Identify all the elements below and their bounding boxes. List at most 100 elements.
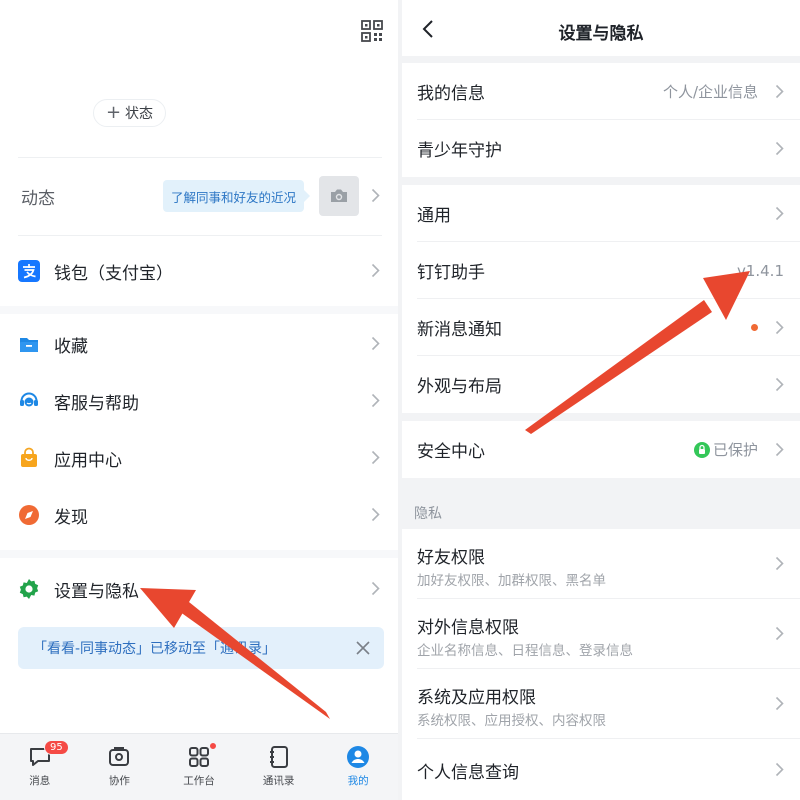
settings-item-friend-permissions[interactable]: 好友权限 加好友权限、加群权限、黑名单 xyxy=(402,529,800,599)
tab-messages[interactable]: 95 消息 xyxy=(0,734,80,800)
menu-item-app-center[interactable]: 应用中心 xyxy=(0,430,398,486)
customer-service-icon xyxy=(18,390,40,412)
qr-code-icon[interactable] xyxy=(361,20,383,42)
settings-group-security: 安全中心 已保护 xyxy=(402,421,800,478)
tab-workbench[interactable]: 工作台 xyxy=(159,734,239,800)
settings-item-value: 个人/企业信息 xyxy=(662,83,758,101)
settings-item-label: 外观与布局 xyxy=(417,377,502,397)
settings-item-assistant[interactable]: 钉钉助手 v1.4.1 xyxy=(402,242,800,299)
tab-label: 消息 xyxy=(29,775,51,787)
menu-item-favorites[interactable]: 收藏 xyxy=(0,316,398,372)
favorites-folder-icon xyxy=(18,333,40,355)
discover-compass-icon xyxy=(18,504,40,526)
tab-label: 工作台 xyxy=(183,775,215,787)
chevron-right-icon xyxy=(371,450,380,465)
settings-item-label: 好友权限 xyxy=(417,548,485,568)
settings-item-system-app-permissions[interactable]: 系统及应用权限 系统权限、应用授权、内容权限 xyxy=(402,669,800,739)
settings-item-label: 我的信息 xyxy=(417,84,485,104)
menu-item-label: 设置与隐私 xyxy=(54,581,139,602)
moved-notice-banner: 「看看-同事动态」已移动至「通讯录」 xyxy=(18,627,384,669)
settings-item-label: 个人信息查询 xyxy=(417,762,519,783)
alipay-icon xyxy=(18,260,40,282)
settings-item-notifications[interactable]: 新消息通知 xyxy=(402,299,800,356)
add-status-button[interactable]: + 状态 xyxy=(93,99,166,127)
security-status: 已保护 xyxy=(712,441,758,459)
settings-item-general[interactable]: 通用 xyxy=(402,185,800,242)
feed-label: 动态 xyxy=(21,189,55,209)
profile-screen: + 状态 动态 了解同事和好友的近况 钱包（支付宝） 收藏 客服与帮助 应用中心… xyxy=(0,0,398,800)
menu-item-discover[interactable]: 发现 xyxy=(0,487,398,543)
settings-item-subtitle: 加好友权限、加群权限、黑名单 xyxy=(417,573,606,589)
tab-label: 协作 xyxy=(108,775,130,787)
new-indicator-dot xyxy=(751,324,758,331)
divider xyxy=(18,235,382,236)
status-chip-label: 状态 xyxy=(125,106,154,122)
menu-item-label: 发现 xyxy=(54,507,88,528)
close-icon[interactable] xyxy=(355,640,371,656)
profile-person-icon xyxy=(347,746,370,768)
chevron-right-icon xyxy=(371,336,380,351)
menu-item-wallet[interactable]: 钱包（支付宝） xyxy=(0,243,398,299)
settings-item-label: 系统及应用权限 xyxy=(417,688,536,708)
settings-item-subtitle: 企业名称信息、日程信息、登录信息 xyxy=(417,643,633,659)
chevron-right-icon xyxy=(775,206,784,225)
settings-item-label: 青少年守护 xyxy=(417,141,502,161)
chevron-right-icon xyxy=(775,377,784,396)
menu-item-customer-service[interactable]: 客服与帮助 xyxy=(0,373,398,429)
settings-item-label: 安全中心 xyxy=(417,442,485,462)
chevron-right-icon xyxy=(371,188,380,203)
settings-item-teen-protection[interactable]: 青少年守护 xyxy=(402,120,800,177)
settings-item-subtitle: 系统权限、应用授权、内容权限 xyxy=(417,713,606,729)
settings-group-privacy: 好友权限 加好友权限、加群权限、黑名单 对外信息权限 企业名称信息、日程信息、登… xyxy=(402,529,800,800)
chevron-right-icon xyxy=(775,556,784,575)
bottom-tab-bar: 95 消息 协作 工作台 通讯录 我的 xyxy=(0,733,398,800)
chevron-right-icon xyxy=(775,141,784,160)
feed-tip-bubble: 了解同事和好友的近况 xyxy=(163,180,310,212)
page-title: 设置与隐私 xyxy=(558,24,644,44)
camera-icon[interactable] xyxy=(319,176,359,216)
tab-label: 我的 xyxy=(347,775,369,787)
tab-me[interactable]: 我的 xyxy=(318,734,398,800)
settings-item-label: 钉钉助手 xyxy=(417,263,485,283)
tab-collaboration[interactable]: 协作 xyxy=(80,734,217,800)
settings-item-external-info-permissions[interactable]: 对外信息权限 企业名称信息、日程信息、登录信息 xyxy=(402,599,800,669)
settings-item-label: 通用 xyxy=(417,206,451,226)
settings-item-appearance[interactable]: 外观与布局 xyxy=(402,356,800,413)
chevron-right-icon xyxy=(371,263,380,278)
collaboration-icon xyxy=(109,747,130,766)
menu-item-label: 收藏 xyxy=(54,336,88,357)
menu-item-settings-privacy[interactable]: 设置与隐私 xyxy=(0,561,398,617)
settings-item-label: 对外信息权限 xyxy=(417,618,519,638)
chevron-right-icon xyxy=(775,762,784,781)
lock-shield-icon xyxy=(694,441,710,458)
menu-item-label: 钱包（支付宝） xyxy=(54,263,173,284)
settings-item-label: 新消息通知 xyxy=(417,320,502,340)
contacts-book-icon xyxy=(269,746,288,768)
chevron-right-icon xyxy=(775,320,784,339)
chevron-right-icon xyxy=(775,442,784,461)
settings-item-security-center[interactable]: 安全中心 已保护 xyxy=(402,421,800,478)
chevron-right-icon xyxy=(775,626,784,645)
section-gap xyxy=(0,306,398,314)
nav-bar: 设置与隐私 xyxy=(402,0,800,56)
unread-badge: 95 xyxy=(44,740,69,755)
menu-item-label: 客服与帮助 xyxy=(54,393,139,414)
chevron-right-icon xyxy=(371,393,380,408)
privacy-section-caption: 隐私 xyxy=(414,506,442,522)
settings-item-personal-info-query[interactable]: 个人信息查询 xyxy=(402,739,800,800)
settings-item-my-info[interactable]: 我的信息 个人/企业信息 xyxy=(402,63,800,120)
tab-contacts[interactable]: 通讯录 xyxy=(239,734,319,800)
grid-icon xyxy=(188,747,209,767)
settings-group-general: 通用 钉钉助手 v1.4.1 新消息通知 外观与布局 xyxy=(402,185,800,413)
version-text: v1.4.1 xyxy=(736,261,784,280)
tab-label: 通讯录 xyxy=(262,775,295,787)
chevron-right-icon xyxy=(775,696,784,715)
chevron-right-icon xyxy=(775,84,784,103)
app-center-bag-icon xyxy=(18,447,40,469)
settings-privacy-screen: 设置与隐私 我的信息 个人/企业信息 青少年守护 通用 钉钉助手 v1.4.1 … xyxy=(402,0,800,800)
settings-group-profile: 我的信息 个人/企业信息 青少年守护 xyxy=(402,63,800,177)
plus-icon: + xyxy=(105,102,122,123)
menu-item-label: 应用中心 xyxy=(54,450,122,471)
chevron-right-icon xyxy=(371,581,380,596)
section-gap xyxy=(0,550,398,558)
